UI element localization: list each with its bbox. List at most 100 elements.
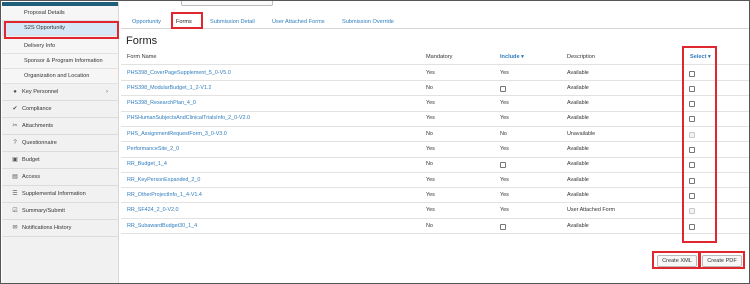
row-divider — [121, 125, 749, 127]
col-header-include[interactable]: Include ▾ — [500, 54, 524, 60]
select-checkbox[interactable] — [689, 177, 695, 184]
row-divider — [121, 187, 749, 189]
sidebar-item-label: Summary/Submit — [22, 208, 65, 214]
row-divider — [121, 233, 749, 234]
sidebar-item[interactable]: ☰ Supplemental Information — [2, 186, 118, 203]
select-checkbox[interactable] — [689, 147, 695, 153]
select-checkbox[interactable] — [689, 85, 695, 92]
select-checkbox — [689, 131, 695, 138]
col-header-description: Description — [567, 54, 595, 60]
form-name-link[interactable]: PerformanceSite_2_0 — [127, 145, 179, 153]
description-value: Available — [567, 115, 589, 122]
sidebar-item-label: Attachments — [22, 123, 54, 129]
mandatory-value: Yes — [426, 115, 435, 122]
sidebar-subitem[interactable]: Organization and Location — [2, 69, 118, 84]
select-checkbox[interactable] — [689, 116, 695, 123]
col-header-include-label: Include — [500, 54, 520, 60]
form-name-link[interactable]: PHS398_ModularBudget_1_2-V1.2 — [127, 84, 212, 92]
select-checkbox[interactable] — [689, 223, 695, 230]
tab[interactable]: Forms — [176, 16, 192, 28]
select-checkbox[interactable] — [689, 192, 695, 199]
include-value: Yes — [500, 176, 509, 183]
include-checkbox[interactable] — [500, 223, 506, 230]
select-checkbox — [689, 208, 695, 215]
include-value: Yes — [500, 100, 509, 107]
mandatory-value: Yes — [426, 69, 435, 76]
sidebar-item[interactable]: ✉ Notifications History — [2, 220, 118, 237]
question-icon: ? — [13, 140, 17, 146]
sidebar-item-label: Supplemental Information — [22, 191, 86, 197]
select-checkbox[interactable] — [689, 101, 695, 108]
sidebar-item[interactable]: ✔ Compliance — [2, 101, 118, 118]
list-icon: ☰ — [12, 191, 18, 197]
sidebar-subitem[interactable]: Delivery Info — [2, 39, 118, 54]
row-divider — [121, 217, 749, 219]
col-header-mandatory: Mandatory — [426, 54, 453, 60]
mandatory-value: Yes — [426, 176, 435, 183]
form-name-link[interactable]: RR_OtherProjectInfo_1_4-V1.4 — [127, 191, 202, 199]
paperclip-icon: ✂ — [12, 123, 18, 129]
include-checkbox[interactable] — [500, 85, 506, 92]
row-divider — [121, 171, 749, 173]
chevron-right-icon: › — [106, 89, 108, 95]
form-name-link[interactable]: PHS398_ResearchPlan_4_0 — [127, 99, 196, 107]
mandatory-value: Yes — [426, 207, 435, 214]
mandatory-value: Yes — [426, 191, 435, 198]
create-pdf-button[interactable]: Create PDF — [702, 255, 742, 267]
form-name-link[interactable]: RR_Budget_1_4 — [127, 160, 167, 168]
description-value: Available — [567, 191, 589, 198]
include-value: Yes — [500, 115, 509, 122]
form-name-link[interactable]: RR_SF424_2_0-V2.0 — [127, 206, 179, 214]
person-icon: ● — [13, 89, 17, 95]
sidebar-item-label: Questionnaire — [22, 140, 57, 146]
description-value: Available — [567, 69, 589, 76]
screenshot-frame: Proposal Details S2S Opportunity Delivery … — [0, 0, 750, 284]
description-value: Available — [567, 146, 589, 152]
create-xml-button[interactable]: Create XML — [657, 255, 697, 267]
form-name-link[interactable]: RR_SubawardBudget30_1_4 — [127, 222, 197, 230]
mandatory-value: No — [426, 222, 433, 229]
sidebar-item[interactable]: ✂ Attachments — [2, 118, 118, 135]
row-divider — [121, 80, 749, 81]
select-checkbox[interactable] — [689, 70, 695, 77]
sort-caret-icon: ▾ — [521, 54, 524, 60]
highlight-select-column — [682, 46, 717, 243]
row-divider — [121, 110, 749, 112]
budget-icon: ▣ — [12, 157, 18, 163]
include-checkbox[interactable] — [500, 162, 506, 169]
sidebar-subitem[interactable]: Sponsor & Program Information — [2, 54, 118, 69]
sidebar-item-label: Key Personnel — [22, 89, 59, 95]
sidebar-item-label: Access — [22, 174, 41, 180]
select-checkbox[interactable] — [689, 162, 695, 169]
row-divider — [121, 141, 749, 143]
mail-icon: ✉ — [12, 225, 18, 231]
form-name-link[interactable]: RR_KeyPersonExpanded_2_0 — [127, 176, 200, 184]
tab[interactable]: Submission Override — [342, 16, 394, 28]
tab[interactable]: Opportunity — [132, 16, 161, 28]
page-title: Forms — [126, 35, 158, 47]
mandatory-value: No — [426, 130, 433, 137]
tab-divider — [121, 28, 749, 29]
form-name-link[interactable]: PHS_AssignmentRequestForm_3_0-V3.0 — [127, 130, 227, 138]
sidebar-item[interactable]: ☑ Summary/Submit — [2, 203, 118, 220]
form-name-link[interactable]: PHS398_CoverPageSupplement_5_0-V5.0 — [127, 69, 231, 77]
sidebar-item[interactable]: ● Key Personnel › — [2, 84, 118, 101]
include-value: Yes — [500, 69, 509, 76]
row-divider — [121, 156, 749, 158]
sidebar-item[interactable]: ? Questionnaire — [2, 135, 118, 152]
include-value: Yes — [500, 146, 509, 152]
col-header-select[interactable]: Select ▾ — [690, 54, 711, 60]
sidebar-item-label: Budget — [22, 157, 40, 163]
description-value: Available — [567, 84, 589, 91]
tab[interactable]: User Attached Forms — [272, 16, 325, 28]
sidebar-subitem[interactable]: Proposal Details — [2, 6, 118, 21]
top-toolbar-button[interactable] — [181, 1, 273, 6]
row-divider — [121, 202, 749, 204]
sidebar-item-label: Notifications History — [22, 225, 72, 231]
sidebar-subitem[interactable]: S2S Opportunity — [2, 21, 118, 36]
include-value: Yes — [500, 191, 509, 198]
sidebar-item[interactable]: ▣ Budget — [2, 152, 118, 169]
tab[interactable]: Submission Detail — [210, 16, 255, 28]
form-name-link[interactable]: PHSHumanSubjectsAndClinicalTrialsInfo_2_… — [127, 114, 250, 122]
sidebar-item[interactable]: ▤ Access — [2, 169, 118, 186]
